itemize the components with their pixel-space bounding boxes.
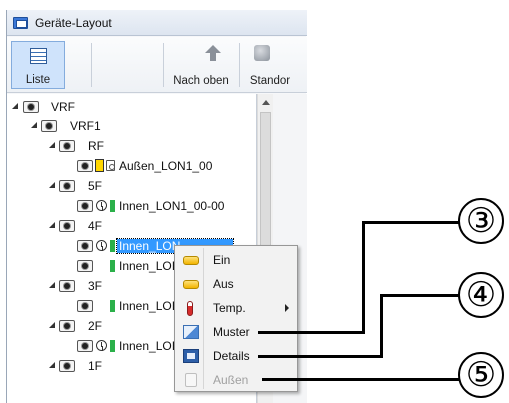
visibility-icon[interactable]: [23, 101, 39, 113]
location-button-label: Standor: [249, 75, 291, 87]
callout-3: ③: [458, 198, 504, 244]
tree-node-label: 2F: [88, 319, 103, 333]
schedule-clock-icon: [96, 240, 107, 251]
menu-item-off[interactable]: Aus: [177, 273, 295, 295]
callout-line-4: [380, 294, 462, 297]
visibility-icon[interactable]: [77, 160, 93, 172]
thermometer-icon: [187, 301, 193, 316]
collapse-arrow-icon[interactable]: [49, 182, 55, 188]
visibility-icon[interactable]: [77, 340, 93, 352]
visibility-icon[interactable]: [77, 300, 93, 312]
visibility-icon[interactable]: [59, 360, 75, 372]
tree-node-label: Außen_LON1_00: [119, 159, 213, 173]
tree-node-indoor-unit[interactable]: Innen_LON1_00-00: [7, 197, 247, 215]
tree-node-label: Innen_LOI: [119, 299, 176, 313]
toolbar-separator: [163, 43, 164, 87]
submenu-arrow-icon: [285, 304, 289, 312]
toolbar-separator: [91, 43, 92, 87]
tree-node-label: Innen_LON1_00-00: [119, 199, 225, 213]
menu-item-label: Temp.: [213, 301, 246, 315]
tree-node-floor-rf[interactable]: RF: [7, 137, 207, 155]
outdoor-icon: [185, 373, 197, 387]
collapse-arrow-icon[interactable]: [49, 322, 55, 328]
callout-line-3: [362, 221, 462, 224]
collapse-arrow-icon[interactable]: [49, 222, 55, 228]
alarm-status-icon: [95, 159, 104, 172]
location-icon: [254, 45, 270, 61]
outdoor-unit-icon: [106, 160, 115, 171]
up-button[interactable]: Nach oben: [165, 41, 237, 89]
toolbar-separator: [239, 43, 240, 87]
callout-line-4: [380, 294, 383, 358]
list-icon: [30, 48, 47, 64]
visibility-icon[interactable]: [59, 220, 75, 232]
tree-node-label: 4F: [88, 219, 103, 233]
menu-item-label: Außen: [213, 373, 249, 387]
collapse-arrow-icon[interactable]: [49, 362, 55, 368]
schedule-clock-icon: [96, 340, 107, 351]
details-icon: [183, 349, 199, 363]
scroll-thumb[interactable]: [260, 112, 271, 262]
callout-line-4: [258, 355, 382, 358]
status-on-icon: [110, 200, 115, 212]
collapse-arrow-icon[interactable]: [31, 122, 37, 128]
status-on-icon: [110, 240, 115, 252]
app-icon: [13, 17, 28, 29]
tree-node-label: 3F: [88, 279, 103, 293]
up-button-label: Nach oben: [173, 75, 229, 87]
location-button[interactable]: Standor: [241, 41, 299, 89]
on-icon: [183, 256, 199, 265]
tree-node-label: VRF: [51, 100, 75, 114]
menu-item-label: Details: [213, 349, 250, 363]
visibility-icon[interactable]: [77, 200, 93, 212]
tree-node-label: RF: [88, 139, 104, 153]
visibility-icon[interactable]: [77, 260, 93, 272]
visibility-icon[interactable]: [59, 320, 75, 332]
pattern-icon: [183, 325, 199, 339]
collapse-arrow-icon[interactable]: [49, 282, 55, 288]
tree-node-label: 5F: [88, 179, 103, 193]
visibility-icon[interactable]: [77, 240, 93, 252]
status-on-icon: [110, 340, 115, 352]
tree-node-floor-4f[interactable]: 4F: [7, 217, 207, 235]
tree-node-label: Innen_LOI: [119, 259, 176, 273]
collapse-arrow-icon[interactable]: [49, 142, 55, 148]
window-title: Geräte-Layout: [35, 16, 112, 30]
visibility-icon[interactable]: [59, 140, 75, 152]
callout-line-5: [262, 378, 462, 381]
arrow-up-icon: [205, 45, 221, 61]
tree-node-label: 1F: [88, 359, 103, 373]
menu-item-label: Muster: [213, 325, 250, 339]
menu-item-label: Aus: [213, 277, 234, 291]
callout-4: ④: [458, 272, 504, 318]
title-bar: Geräte-Layout: [7, 10, 307, 36]
visibility-icon[interactable]: [59, 180, 75, 192]
tree-node-label: VRF1: [70, 119, 101, 133]
tree-node-outdoor-unit[interactable]: Außen_LON1_00: [7, 157, 247, 175]
menu-item-label: Ein: [213, 253, 231, 267]
toolbar: Liste Nach oben Standor: [7, 37, 307, 93]
status-on-icon: [110, 260, 115, 272]
visibility-icon[interactable]: [41, 120, 57, 132]
status-on-icon: [110, 300, 115, 312]
callout-line-3: [362, 221, 365, 334]
callout-5: ⑤: [458, 352, 504, 398]
tree-node-label: Innen_LOI: [119, 339, 176, 353]
collapse-arrow-icon[interactable]: [12, 103, 18, 109]
schedule-clock-icon: [96, 200, 107, 211]
menu-item-temperature[interactable]: Temp.: [177, 297, 295, 319]
menu-item-on[interactable]: Ein: [177, 249, 295, 271]
visibility-icon[interactable]: [59, 280, 75, 292]
context-menu: Ein Aus Temp. Muster Details Außen: [174, 245, 298, 392]
tree-node-vrf1[interactable]: VRF1: [7, 117, 207, 135]
list-button[interactable]: Liste: [11, 41, 65, 89]
list-button-label: Liste: [25, 74, 51, 86]
off-icon: [183, 280, 199, 289]
callout-line-3: [258, 331, 364, 334]
scroll-up-arrow-icon[interactable]: [262, 100, 270, 105]
tree-node-floor-5f[interactable]: 5F: [7, 177, 207, 195]
tree-node-vrf[interactable]: VRF: [7, 98, 207, 116]
